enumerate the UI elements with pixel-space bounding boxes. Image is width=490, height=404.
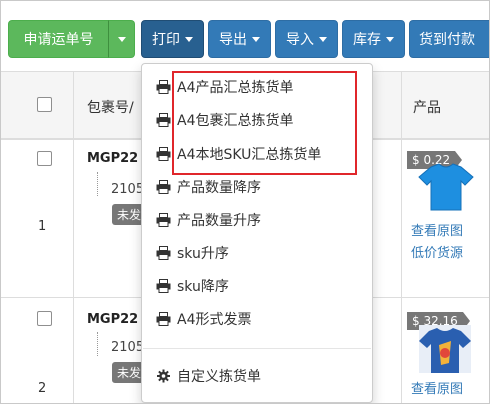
package-number: MGP22 — [87, 151, 139, 166]
menu-item-label: 自定义拣货单 — [177, 369, 261, 385]
tree-connector — [97, 332, 98, 356]
column-divider — [401, 71, 402, 403]
sub-order-number: 2105 — [111, 340, 145, 355]
printer-icon — [156, 246, 171, 260]
package-column-header: 包裹号/ — [87, 100, 134, 116]
row-number: 2 — [38, 381, 47, 396]
printer-icon — [156, 213, 171, 227]
menu-divider — [143, 348, 371, 349]
menu-item-label: sku降序 — [177, 279, 229, 295]
chevron-down-icon — [386, 36, 394, 42]
product-thumbnail[interactable] — [415, 323, 475, 375]
printer-icon — [156, 80, 171, 94]
menu-item-sku-desc[interactable]: sku降序 — [156, 275, 229, 297]
apply-waybill-dropdown-toggle[interactable] — [108, 20, 135, 58]
cod-label: 货到付款 — [419, 32, 475, 48]
import-label: 导入 — [286, 32, 314, 48]
row-checkbox[interactable] — [37, 151, 52, 166]
view-original-image-link[interactable]: 查看原图 — [411, 378, 463, 397]
column-divider — [73, 71, 74, 403]
cod-dropdown-button[interactable]: 货到付款 — [409, 20, 489, 58]
menu-item-qty-asc[interactable]: 产品数量升序 — [156, 209, 261, 231]
menu-item-qty-desc[interactable]: 产品数量降序 — [156, 176, 261, 198]
menu-item-label: 产品数量降序 — [177, 180, 261, 196]
stock-label: 库存 — [353, 32, 381, 48]
print-label: 打印 — [152, 32, 180, 48]
app-frame: 申请运单号 打印 导出 导入 库存 货到付款 包裹号/ 产品 1 MGP22 2… — [0, 0, 490, 404]
export-dropdown-button[interactable]: 导出 — [208, 20, 271, 58]
row-checkbox[interactable] — [37, 311, 52, 326]
printer-icon — [156, 180, 171, 194]
menu-item-sku-asc[interactable]: sku升序 — [156, 242, 229, 264]
import-dropdown-button[interactable]: 导入 — [275, 20, 338, 58]
apply-waybill-label: 申请运单号 — [23, 32, 94, 48]
sub-order-number: 2105 — [111, 182, 145, 197]
export-label: 导出 — [219, 32, 247, 48]
chevron-down-icon — [319, 36, 327, 42]
menu-item-label: A4形式发票 — [177, 312, 252, 328]
print-dropdown-button[interactable]: 打印 — [141, 20, 204, 58]
printer-icon — [156, 279, 171, 293]
row-number: 1 — [38, 219, 47, 234]
low-price-source-link[interactable]: 低价货源 — [411, 242, 463, 261]
product-thumbnail[interactable] — [417, 163, 475, 211]
apply-waybill-button[interactable]: 申请运单号 — [8, 20, 109, 58]
product-column-header: 产品 — [413, 100, 441, 116]
chevron-down-icon — [117, 36, 126, 42]
menu-item-label: sku升序 — [177, 246, 229, 262]
chevron-down-icon — [252, 36, 260, 42]
view-original-image-link[interactable]: 查看原图 — [411, 220, 463, 239]
tree-connector — [97, 172, 98, 196]
menu-item-label: 产品数量升序 — [177, 213, 261, 229]
printer-icon — [156, 312, 171, 326]
highlight-box — [172, 71, 357, 175]
printer-icon — [156, 147, 171, 161]
chevron-down-icon — [185, 36, 193, 42]
select-all-checkbox[interactable] — [37, 97, 52, 112]
gear-icon — [157, 369, 170, 383]
printer-icon — [156, 113, 171, 127]
menu-item-a4-proforma-invoice[interactable]: A4形式发票 — [156, 308, 251, 330]
package-number: MGP22 — [87, 312, 139, 327]
menu-item-custom-picking-list[interactable]: 自定义拣货单 — [156, 365, 261, 387]
stock-dropdown-button[interactable]: 库存 — [342, 20, 405, 58]
